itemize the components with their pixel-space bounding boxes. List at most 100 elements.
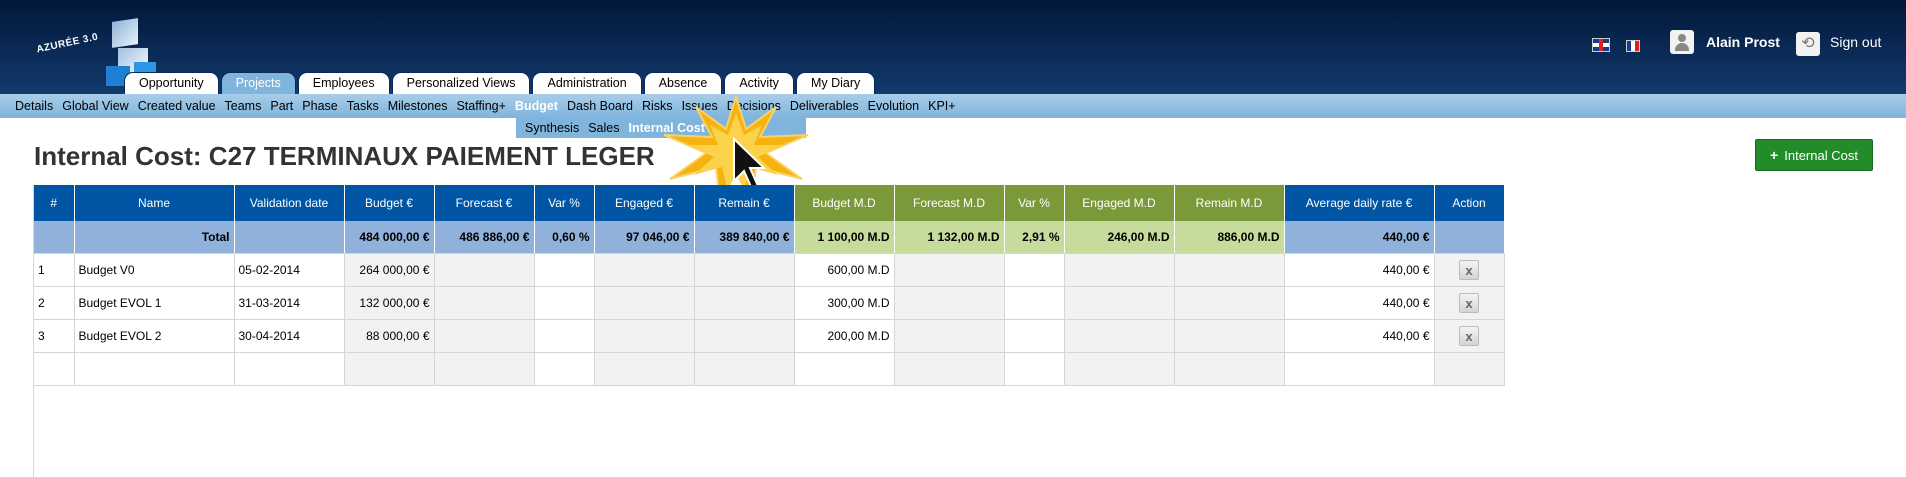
row-budget-md: 300,00 M.D: [794, 286, 895, 320]
total-cell: [1434, 221, 1505, 254]
row-remain-md: [1174, 286, 1285, 320]
total-remain-md: 886,00 M.D: [1174, 221, 1285, 254]
col-header-engaged-md[interactable]: Engaged M.D: [1064, 185, 1175, 221]
project-sub-nav: Details Global View Created value Teams …: [0, 94, 1906, 118]
internal-cost-grid: # Name Validation date Budget € Forecast…: [33, 185, 1878, 477]
subnav2-sales[interactable]: Sales: [588, 121, 619, 135]
row-remain: [694, 319, 795, 353]
col-header-engaged[interactable]: Engaged €: [594, 185, 695, 221]
tab-my-diary[interactable]: My Diary: [795, 72, 876, 94]
plus-icon: +: [1770, 147, 1779, 163]
total-budget: 484 000,00 €: [344, 221, 435, 254]
row-budget-md: 600,00 M.D: [794, 253, 895, 287]
row-validation-date: 30-04-2014: [234, 319, 345, 353]
row-engaged: [594, 253, 695, 287]
subnav-details[interactable]: Details: [15, 99, 53, 113]
row-validation-date: 05-02-2014: [234, 253, 345, 287]
tab-administration[interactable]: Administration: [532, 72, 642, 94]
col-header-var-md[interactable]: Var %: [1004, 185, 1065, 221]
row-action: x: [1434, 286, 1505, 320]
row-number: 3: [34, 319, 75, 353]
col-header-forecast-md[interactable]: Forecast M.D: [894, 185, 1005, 221]
row-avg-rate: 440,00 €: [1284, 253, 1435, 287]
add-internal-cost-button[interactable]: + Internal Cost: [1755, 139, 1873, 171]
col-header-validation-date[interactable]: Validation date: [234, 185, 345, 221]
total-remain: 389 840,00 €: [694, 221, 795, 254]
user-name[interactable]: Alain Prost: [1706, 34, 1780, 50]
row-engaged: [594, 319, 695, 353]
internal-cost-table: # Name Validation date Budget € Forecast…: [34, 185, 1505, 386]
row-budget-md: 200,00 M.D: [794, 319, 895, 353]
subnav2-synthesis[interactable]: Synthesis: [525, 121, 579, 135]
add-internal-cost-label: Internal Cost: [1784, 147, 1858, 163]
row-action: x: [1434, 253, 1505, 287]
row-name[interactable]: Budget EVOL 1: [74, 286, 235, 320]
row-engaged: [594, 286, 695, 320]
total-forecast: 486 886,00 €: [434, 221, 535, 254]
tab-absence[interactable]: Absence: [643, 72, 723, 94]
row-avg-rate: 440,00 €: [1284, 319, 1435, 353]
row-var-md: [1004, 319, 1065, 353]
tab-activity[interactable]: Activity: [724, 72, 794, 94]
col-header-remain[interactable]: Remain €: [694, 185, 795, 221]
delete-icon[interactable]: x: [1459, 325, 1479, 346]
col-header-number[interactable]: #: [34, 185, 75, 221]
total-forecast-md: 1 132,00 M.D: [894, 221, 1005, 254]
col-header-remain-md[interactable]: Remain M.D: [1174, 185, 1285, 221]
delete-icon[interactable]: x: [1459, 292, 1479, 313]
table-header-row: # Name Validation date Budget € Forecast…: [34, 185, 1505, 221]
empty-row: [34, 352, 1505, 386]
total-engaged-md: 246,00 M.D: [1064, 221, 1175, 254]
row-forecast-md: [894, 319, 1005, 353]
col-header-name[interactable]: Name: [74, 185, 235, 221]
tab-employees[interactable]: Employees: [297, 72, 390, 94]
subnav-kpi[interactable]: KPI+: [928, 99, 955, 113]
subnav-teams[interactable]: Teams: [225, 99, 262, 113]
total-cell: [34, 221, 75, 254]
subnav-evolution[interactable]: Evolution: [868, 99, 919, 113]
subnav-phase[interactable]: Phase: [302, 99, 337, 113]
total-engaged: 97 046,00 €: [594, 221, 695, 254]
col-header-avg-daily-rate[interactable]: Average daily rate €: [1284, 185, 1435, 221]
fr-flag-icon[interactable]: [1626, 40, 1640, 52]
subnav-created-value[interactable]: Created value: [138, 99, 216, 113]
subnav-staffing[interactable]: Staffing+: [456, 99, 505, 113]
row-name[interactable]: Budget V0: [74, 253, 235, 287]
row-budget: 264 000,00 €: [344, 253, 435, 287]
table-row[interactable]: 1 Budget V0 05-02-2014 264 000,00 € 600,…: [34, 253, 1505, 287]
row-var: [534, 286, 595, 320]
sign-out-icon[interactable]: ⟲: [1796, 32, 1820, 56]
sign-out-link[interactable]: Sign out: [1830, 34, 1881, 50]
subnav-part[interactable]: Part: [270, 99, 293, 113]
table-row[interactable]: 2 Budget EVOL 1 31-03-2014 132 000,00 € …: [34, 286, 1505, 320]
subnav-tasks[interactable]: Tasks: [347, 99, 379, 113]
total-budget-md: 1 100,00 M.D: [794, 221, 895, 254]
tab-personalized-views[interactable]: Personalized Views: [391, 72, 531, 94]
table-row[interactable]: 3 Budget EVOL 2 30-04-2014 88 000,00 € 2…: [34, 319, 1505, 353]
col-header-forecast[interactable]: Forecast €: [434, 185, 535, 221]
delete-icon[interactable]: x: [1459, 259, 1479, 280]
row-engaged-md: [1064, 286, 1175, 320]
row-engaged-md: [1064, 253, 1175, 287]
row-number: 1: [34, 253, 75, 287]
row-avg-rate: 440,00 €: [1284, 286, 1435, 320]
col-header-var[interactable]: Var %: [534, 185, 595, 221]
col-header-budget-md[interactable]: Budget M.D: [794, 185, 895, 221]
main-tabs: Opportunity Projects Employees Personali…: [124, 72, 877, 94]
row-var-md: [1004, 286, 1065, 320]
subnav-global-view[interactable]: Global View: [62, 99, 128, 113]
subnav-dash-board[interactable]: Dash Board: [567, 99, 633, 113]
total-row: Total 484 000,00 € 486 886,00 € 0,60 % 9…: [34, 221, 1505, 254]
row-remain: [694, 286, 795, 320]
uk-flag-icon[interactable]: [1592, 38, 1610, 52]
top-header: AZURÉE 3.0 Alain Prost ⟲ Sign out Opport…: [0, 0, 1906, 94]
subnav-milestones[interactable]: Milestones: [388, 99, 448, 113]
total-cell: [234, 221, 345, 254]
subnav-budget[interactable]: Budget: [515, 99, 558, 113]
row-name[interactable]: Budget EVOL 2: [74, 319, 235, 353]
tab-projects[interactable]: Projects: [220, 72, 296, 94]
row-forecast-md: [894, 286, 1005, 320]
tab-opportunity[interactable]: Opportunity: [124, 72, 219, 94]
col-header-budget[interactable]: Budget €: [344, 185, 435, 221]
col-header-action: Action: [1434, 185, 1505, 221]
